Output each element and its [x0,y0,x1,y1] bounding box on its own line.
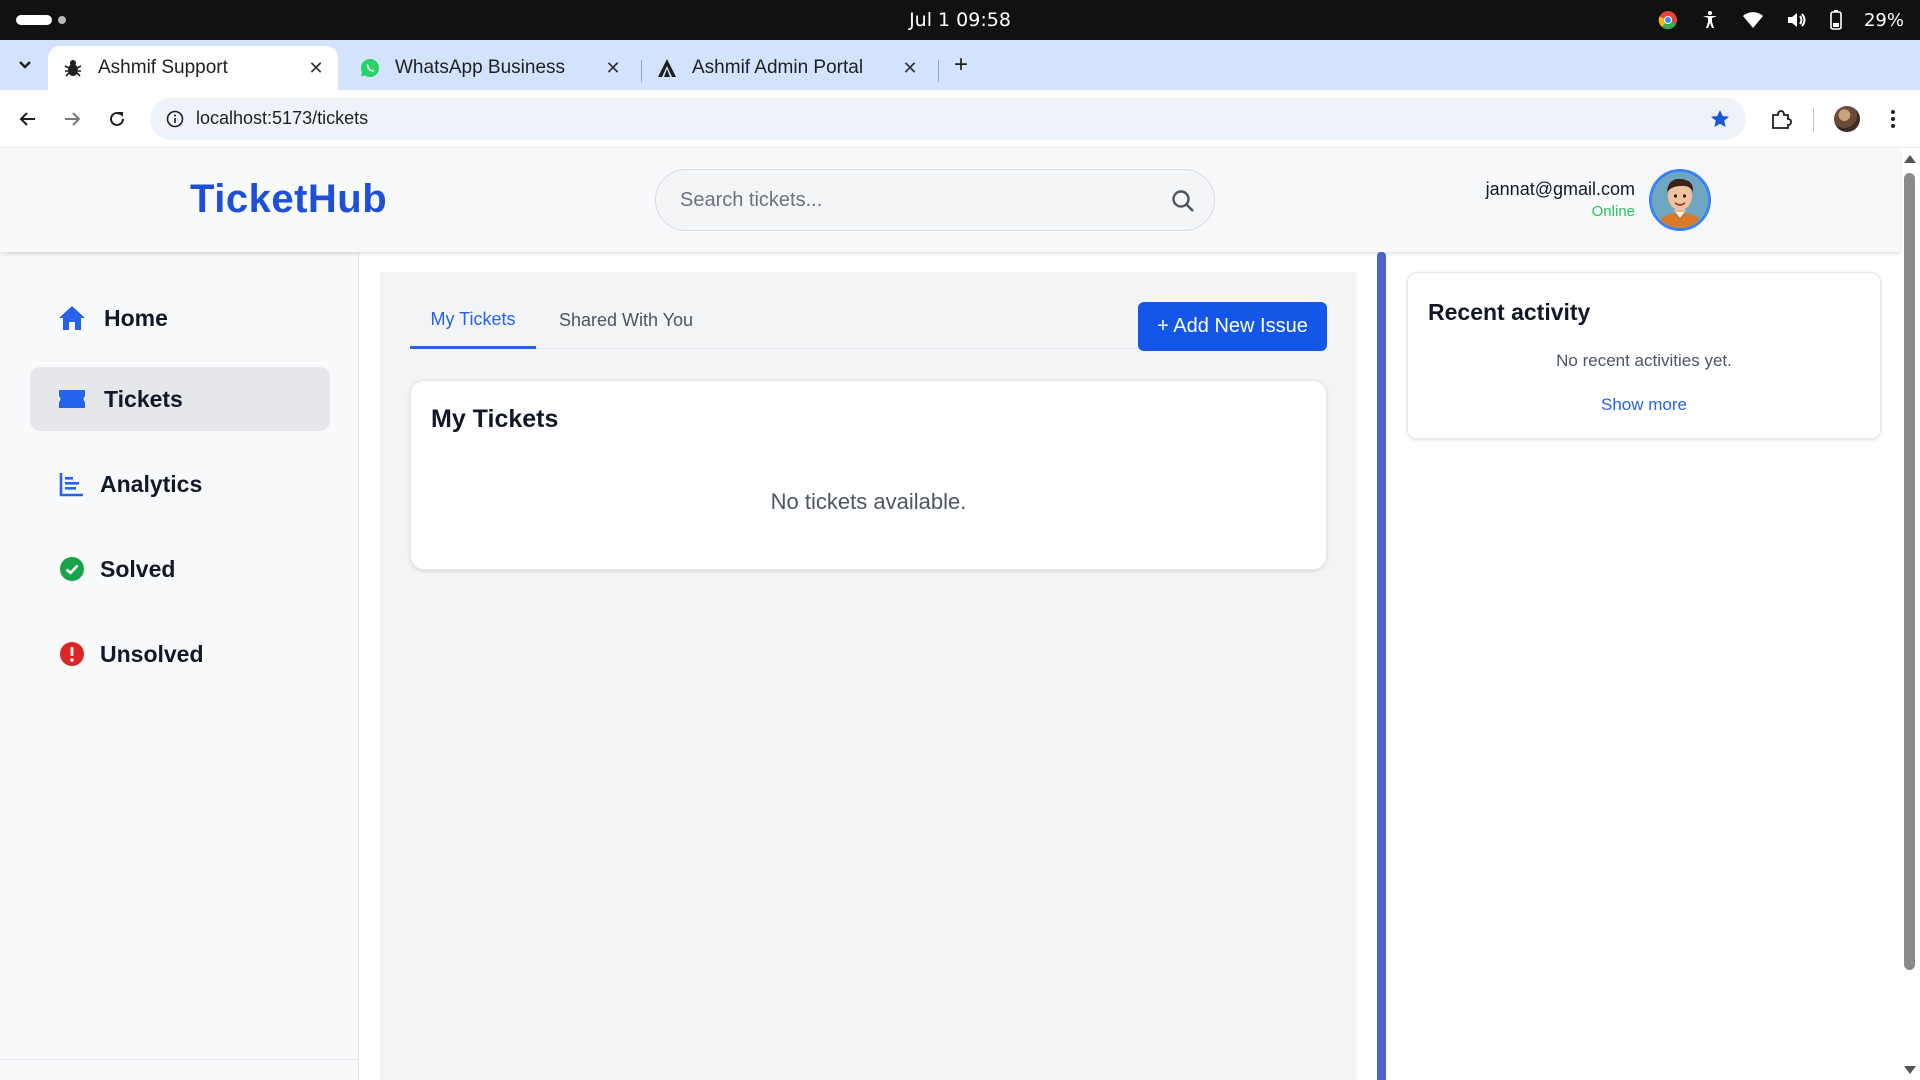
arrow-right-icon [65,112,81,126]
sidebar-item-unsolved[interactable]: Unsolved [30,622,330,686]
wifi-icon [1742,11,1764,29]
url-text[interactable]: localhost:5173/tickets [196,108,368,129]
browser-menu-button[interactable] [1878,104,1908,134]
extensions-button[interactable] [1766,104,1796,134]
main-content: My Tickets Shared With You + Add New Iss… [380,272,1357,1080]
page-scrollbar[interactable] [1900,149,1920,1080]
sidebar-item-home[interactable]: Home [30,286,330,350]
my-tickets-card: My Tickets No tickets available. [410,380,1327,570]
sidebar: Home Tickets Analytics Solved Unsolved [0,252,359,1080]
browser-tab-whatsapp-business[interactable]: WhatsApp Business ✕ [345,46,635,90]
show-more-link[interactable]: Show more [1408,395,1880,415]
panel-resize-divider[interactable] [1377,252,1386,1080]
profile-avatar [1834,106,1860,132]
tab-title: Ashmif Support [98,57,228,78]
scroll-down-arrow-icon[interactable] [1904,1066,1916,1074]
toolbar-divider [1813,108,1814,132]
sidebar-item-label: Unsolved [100,640,204,667]
add-new-issue-button[interactable]: + Add New Issue [1138,302,1327,351]
recent-activity-card: Recent activity No recent activities yet… [1407,272,1881,439]
scroll-up-arrow-icon[interactable] [1904,155,1916,163]
sidebar-item-tickets[interactable]: Tickets [30,367,330,431]
browser-tab-strip: Ashmif Support ✕ WhatsApp Business ✕ Ash… [0,40,1920,90]
workspace-dot [58,16,66,24]
arrow-left-icon [19,112,35,126]
tab-separator [938,60,939,82]
sidebar-item-solved[interactable]: Solved [30,537,330,601]
admin-logo-icon [656,57,678,79]
sidebar-item-label: Home [104,304,168,331]
empty-state-text: No recent activities yet. [1556,351,1732,370]
card-title: Recent activity [1428,299,1591,325]
home-icon [56,302,88,334]
tab-my-tickets[interactable]: My Tickets [410,292,536,349]
check-circle-icon [56,553,88,585]
app-header: TicketHub jannat@gmail.com Online [0,149,1900,252]
system-tray[interactable]: 29% [1658,8,1904,32]
bookmark-star-icon[interactable] [1708,107,1732,131]
user-email: jannat@gmail.com [1485,179,1635,199]
browser-tab-ashmif-support[interactable]: Ashmif Support ✕ [48,46,338,90]
sidebar-item-label: Analytics [100,470,203,497]
puzzle-icon [1772,110,1792,129]
activities-indicator[interactable] [16,15,52,25]
alert-circle-icon [56,638,88,670]
browser-toolbar: localhost:5173/tickets [0,90,1920,148]
empty-state-text: No tickets available. [770,489,967,514]
close-icon[interactable]: ✕ [898,56,922,80]
os-top-bar: Jul 1 09:58 29% [0,0,1920,40]
chrome-icon [1658,10,1678,30]
close-icon[interactable]: ✕ [601,56,625,80]
sidebar-footer-divider [0,1059,359,1060]
bug-icon [62,57,84,79]
user-avatar[interactable] [1649,169,1711,231]
new-tab-button[interactable]: + [948,51,974,78]
tab-title: Ashmif Admin Portal [692,57,864,78]
sidebar-item-label: Solved [100,555,176,582]
search-box[interactable] [655,169,1215,231]
reload-button[interactable] [102,104,132,134]
browser-tab-ashmif-admin-portal[interactable]: Ashmif Admin Portal ✕ [642,46,932,90]
profile-button[interactable] [1832,104,1862,134]
back-button[interactable] [13,104,43,134]
os-clock[interactable]: Jul 1 09:58 [0,9,1920,31]
card-title: My Tickets [431,405,559,433]
battery-percentage: 29% [1863,9,1904,31]
site-info-icon[interactable] [164,108,186,130]
sidebar-item-label: Tickets [104,385,183,412]
user-status: Online [1591,203,1635,220]
chevron-down-icon [19,61,31,69]
analytics-icon [56,468,88,500]
battery-icon [1830,10,1842,30]
reload-icon [110,111,124,126]
address-bar[interactable]: localhost:5173/tickets [150,98,1746,140]
tab-search-button[interactable] [10,50,40,80]
sidebar-item-analytics[interactable]: Analytics [30,452,330,516]
tab-shared-with-you[interactable]: Shared With You [546,292,706,349]
ticket-icon [56,383,88,415]
tab-title: WhatsApp Business [395,57,566,78]
search-input[interactable] [680,170,1150,230]
forward-button[interactable] [57,104,87,134]
accessibility-icon [1700,10,1720,30]
close-icon[interactable]: ✕ [304,56,328,80]
whatsapp-icon [359,57,381,79]
plus-icon: + [953,51,968,78]
search-icon[interactable] [1170,188,1196,214]
app-logo[interactable]: TicketHub [190,177,387,222]
scroll-thumb[interactable] [1904,173,1915,970]
volume-icon [1786,11,1808,29]
more-vertical-icon [1891,110,1895,128]
